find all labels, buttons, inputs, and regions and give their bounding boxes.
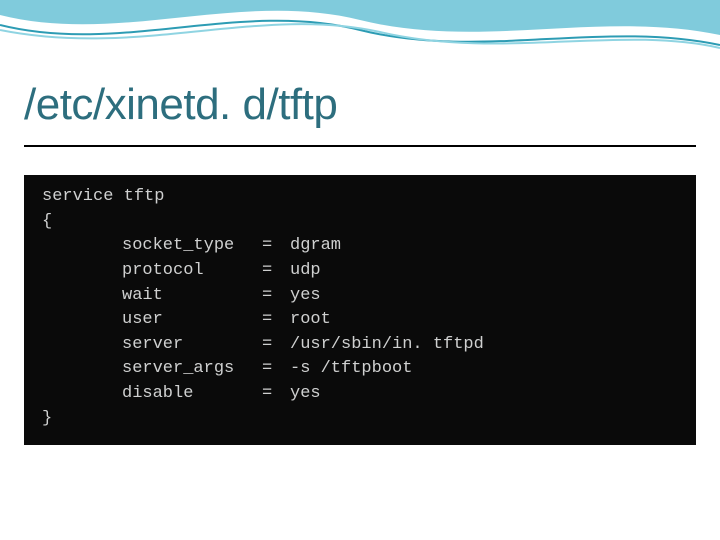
page-title: /etc/xinetd. d/tftp bbox=[24, 80, 337, 130]
code-value: dgram bbox=[290, 236, 341, 255]
code-key: disable bbox=[122, 382, 262, 407]
code-key: user bbox=[122, 308, 262, 333]
code-eq: = bbox=[262, 259, 290, 284]
code-value: /usr/sbin/in. tftpd bbox=[290, 335, 484, 354]
code-eq: = bbox=[262, 234, 290, 259]
title-underline bbox=[24, 145, 696, 147]
code-eq: = bbox=[262, 284, 290, 309]
config-code-block: service tftp { socket_type=dgram protoco… bbox=[24, 175, 696, 445]
code-entry: socket_type=dgram bbox=[42, 234, 678, 259]
code-key: wait bbox=[122, 284, 262, 309]
code-value: yes bbox=[290, 384, 321, 403]
code-eq: = bbox=[262, 382, 290, 407]
code-key: server bbox=[122, 333, 262, 358]
code-service-line: service tftp bbox=[42, 185, 678, 210]
code-key: server_args bbox=[122, 357, 262, 382]
code-entry: server=/usr/sbin/in. tftpd bbox=[42, 333, 678, 358]
code-value: udp bbox=[290, 261, 321, 280]
code-entry: user=root bbox=[42, 308, 678, 333]
code-eq: = bbox=[262, 308, 290, 333]
code-key: socket_type bbox=[122, 234, 262, 259]
code-entry: protocol=udp bbox=[42, 259, 678, 284]
code-open-brace: { bbox=[42, 210, 678, 235]
code-value: -s /tftpboot bbox=[290, 359, 412, 378]
code-entry: disable=yes bbox=[42, 382, 678, 407]
code-eq: = bbox=[262, 357, 290, 382]
code-entry: server_args=-s /tftpboot bbox=[42, 357, 678, 382]
code-value: yes bbox=[290, 286, 321, 305]
code-key: protocol bbox=[122, 259, 262, 284]
code-close-brace: } bbox=[42, 407, 678, 432]
decorative-wave bbox=[0, 0, 720, 60]
code-entry: wait=yes bbox=[42, 284, 678, 309]
code-value: root bbox=[290, 310, 331, 329]
code-eq: = bbox=[262, 333, 290, 358]
